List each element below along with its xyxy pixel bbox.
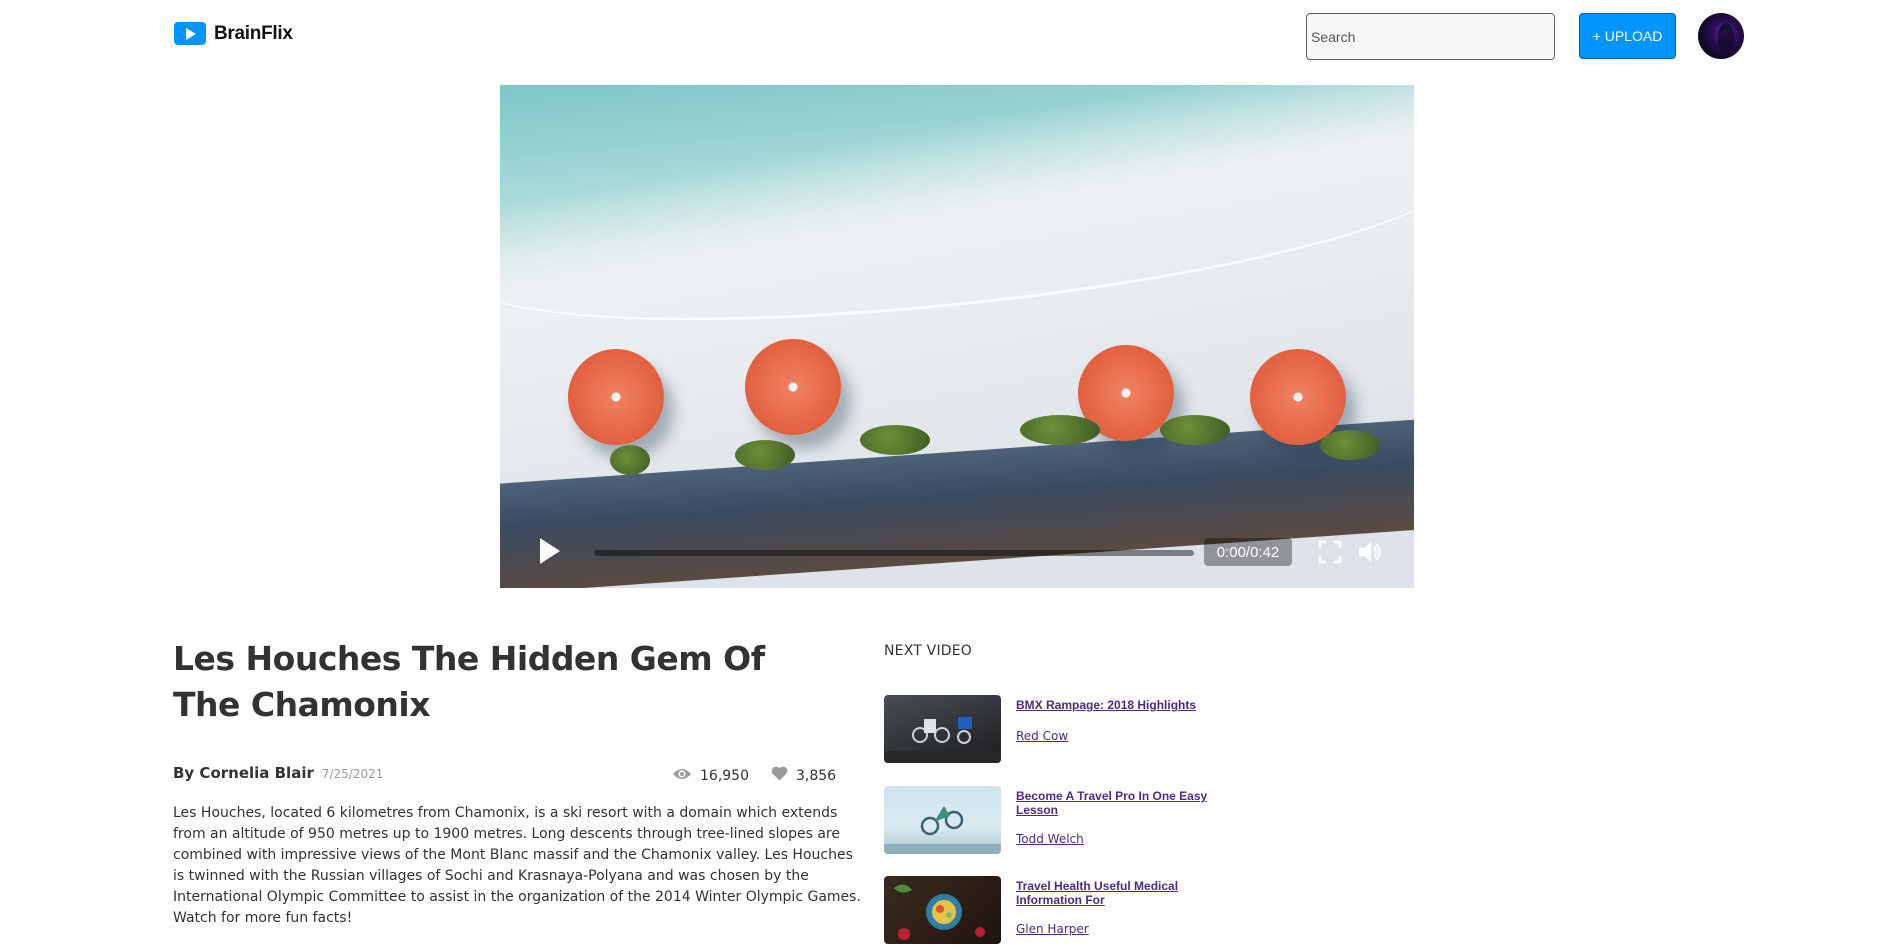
video-frame-bush (735, 440, 795, 470)
video-thumbnail[interactable] (884, 695, 1001, 763)
video-thumbnail[interactable] (884, 876, 1001, 944)
video-frame-bush (860, 425, 930, 455)
logo-text: BrainFlix (214, 22, 293, 44)
video-frame-umbrella (745, 339, 841, 435)
eye-icon (672, 767, 692, 785)
next-video-title[interactable]: Travel Health Useful Medical Information… (1016, 879, 1226, 907)
next-video-channel[interactable]: Red Cow (1016, 729, 1068, 743)
video-title: Les Houches The Hidden Gem Of The Chamon… (173, 639, 765, 724)
site-header: BrainFlix + UPLOAD (0, 0, 1899, 72)
video-frame-bush (610, 445, 650, 475)
video-description: Les Houches, located 6 kilometres from C… (173, 805, 861, 926)
next-video-item[interactable]: Travel Health Useful Medical Information… (884, 876, 1244, 944)
upload-button[interactable]: + UPLOAD (1579, 13, 1676, 59)
video-date: 7/25/2021 (321, 767, 384, 781)
play-icon[interactable] (536, 536, 562, 568)
time-display: 0:00/0:42 (1204, 538, 1292, 566)
video-frame-umbrella (568, 349, 664, 445)
video-player[interactable]: 0:00/0:42 (500, 85, 1414, 588)
video-author: By Cornelia Blair (173, 764, 314, 782)
video-stats: 16,950 3,856 (672, 766, 836, 785)
next-video-channel[interactable]: Glen Harper (1016, 922, 1089, 936)
avatar[interactable] (1698, 13, 1744, 59)
next-video-title[interactable]: BMX Rampage: 2018 Highlights (1016, 698, 1226, 712)
video-frame-bush (1320, 430, 1380, 460)
play-logo-icon (174, 22, 206, 45)
heart-icon[interactable] (771, 766, 788, 785)
search-input[interactable] (1306, 13, 1555, 60)
video-frame-bush (1160, 415, 1230, 445)
likes-count: 3,856 (796, 767, 837, 784)
volume-icon[interactable] (1356, 538, 1384, 566)
next-video-channel[interactable]: Todd Welch (1016, 832, 1084, 846)
video-frame-bush (1020, 415, 1100, 445)
next-video-heading: NEXT VIDEO (884, 643, 973, 659)
brainflix-logo[interactable]: BrainFlix (174, 22, 293, 45)
byline: By Cornelia Blair 7/25/2021 (173, 764, 383, 782)
next-video-item[interactable]: Become A Travel Pro In One Easy Lesson T… (884, 786, 1244, 854)
progress-bar[interactable] (594, 550, 1194, 556)
likes-stat[interactable]: 3,856 (771, 766, 836, 785)
video-thumbnail[interactable] (884, 786, 1001, 854)
fullscreen-icon[interactable] (1318, 540, 1342, 564)
next-video-item[interactable]: BMX Rampage: 2018 Highlights Red Cow (884, 695, 1244, 763)
views-count: 16,950 (700, 767, 749, 784)
next-video-title[interactable]: Become A Travel Pro In One Easy Lesson (1016, 789, 1226, 817)
player-controls: 0:00/0:42 (500, 510, 1414, 580)
views-stat: 16,950 (672, 767, 749, 785)
video-frame-umbrella (1250, 349, 1346, 445)
